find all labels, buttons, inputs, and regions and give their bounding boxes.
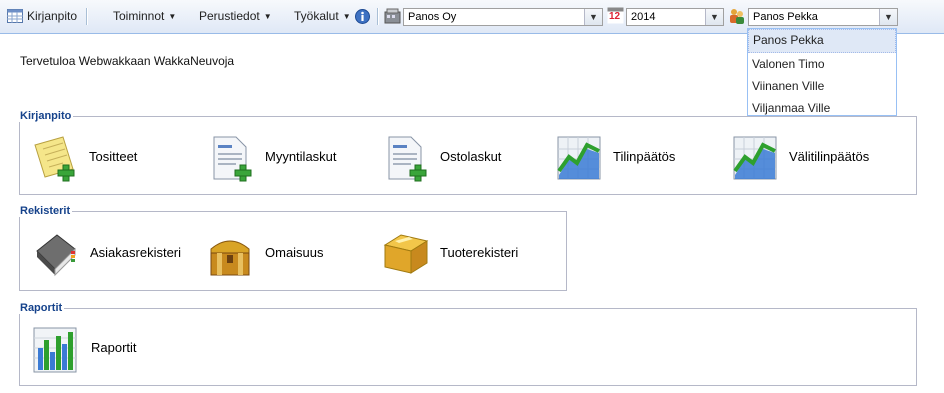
user-option[interactable]: Panos Pekka [748,29,896,53]
tositteet-label: Tositteet [89,149,138,164]
chart-icon [733,136,777,180]
user-option[interactable]: Viinanen Ville [748,75,896,97]
toiminnot-menu[interactable]: Toiminnot ▼ [113,9,176,23]
toiminnot-label: Toiminnot [113,9,165,23]
bar-chart-icon [33,327,77,373]
company-icon [384,8,401,24]
caret-down-icon: ▼ [263,12,272,21]
omaisuus-label: Omaisuus [265,245,324,260]
omaisuus-link[interactable]: Omaisuus [208,231,348,281]
caret-down-icon: ▼ [168,12,177,21]
treasure-chest-icon [210,240,250,276]
info-icon[interactable] [355,9,371,25]
welcome-text: Tervetuloa Webwakkaan WakkaNeuvoja [20,54,235,68]
panel-title: Rekisterit [20,205,71,217]
tyokalut-menu[interactable]: Työkalut ▼ [294,9,351,23]
panel-title: Kirjanpito [20,110,72,122]
user-value: Panos Pekka [753,11,818,23]
user-select[interactable]: Panos Pekka ▼ [748,8,898,26]
document-add-icon [213,136,252,182]
myyntilaskut-label: Myyntilaskut [265,149,337,164]
users-icon [728,8,744,24]
asiakasrekisteri-link[interactable]: Asiakasrekisteri [33,231,203,281]
valitilinpaatos-label: Välitilinpäätös [789,149,870,164]
year-select[interactable]: 2014 ▼ [626,8,724,26]
asiakasrekisteri-label: Asiakasrekisteri [90,245,182,260]
kirjanpito-button[interactable]: Kirjanpito [27,9,77,23]
toolbar-divider [377,8,379,25]
tuoterekisteri-link[interactable]: Tuoterekisteri [383,231,543,281]
valitilinpaatos-link[interactable]: Välitilinpäätös [733,135,903,185]
myyntilaskut-link[interactable]: Myyntilaskut [210,135,360,185]
table-icon [7,9,23,25]
chart-icon [557,136,601,180]
tilinpaatos-link[interactable]: Tilinpäätös [557,135,697,185]
tuoterekisteri-label: Tuoterekisteri [440,245,519,260]
tositteet-link[interactable]: Tositteet [33,135,173,185]
document-add-icon [388,136,427,182]
company-select[interactable]: Panos Oy ▼ [403,8,603,26]
year-value: 2014 [631,11,656,23]
chevron-down-icon[interactable]: ▼ [584,9,602,25]
note-add-icon [34,136,75,182]
toolbar-divider [86,8,88,25]
user-option[interactable]: Viljanmaa Ville [748,97,896,119]
ostolaskut-label: Ostolaskut [440,149,502,164]
caret-down-icon: ▼ [342,12,351,21]
perustiedot-menu[interactable]: Perustiedot ▼ [199,9,272,23]
address-book-icon [36,234,76,277]
user-option[interactable]: Valonen Timo [748,53,896,75]
tilinpaatos-label: Tilinpäätös [613,149,676,164]
ostolaskut-link[interactable]: Ostolaskut [385,135,525,185]
calendar-day: 12 [609,11,621,22]
panel-title: Raportit [20,302,63,314]
box-icon [383,234,429,274]
chevron-down-icon[interactable]: ▼ [879,9,897,25]
calendar-icon: 12 [607,7,624,24]
raportit-link[interactable]: Raportit [33,326,163,376]
user-dropdown-list: Panos Pekka Valonen Timo Viinanen Ville … [747,28,897,116]
chevron-down-icon[interactable]: ▼ [705,9,723,25]
tyokalut-label: Työkalut [294,9,339,23]
perustiedot-label: Perustiedot [199,9,260,23]
raportit-label: Raportit [91,340,137,355]
company-value: Panos Oy [408,11,457,23]
